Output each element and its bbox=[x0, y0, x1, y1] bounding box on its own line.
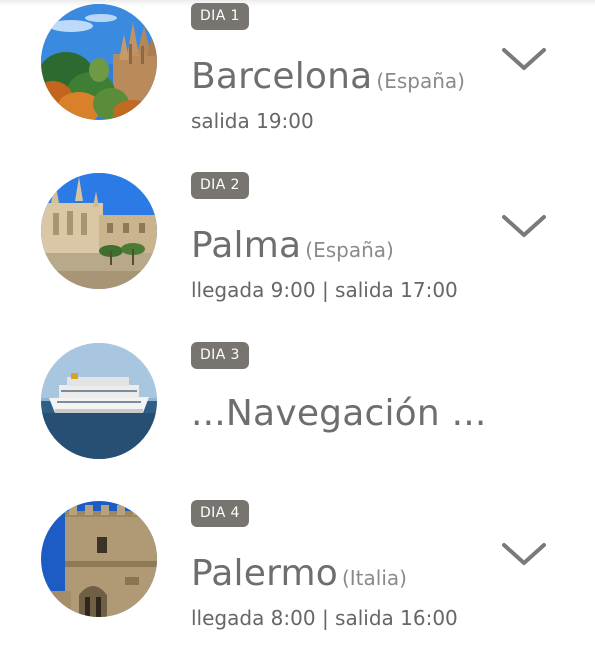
day-badge: DIA 4 bbox=[191, 500, 249, 527]
itinerary-day-4[interactable]: DIA 4 Palermo (Italia) llegada 8:00 | sal… bbox=[0, 500, 595, 661]
destination-name: Barcelona (España) bbox=[191, 53, 465, 107]
day-badge: DIA 1 bbox=[191, 3, 249, 30]
city-name: Palermo bbox=[191, 553, 338, 594]
chevron-down-icon[interactable] bbox=[500, 539, 548, 569]
chevron-down-icon[interactable] bbox=[500, 44, 548, 74]
port-times: salida 19:00 bbox=[191, 109, 314, 133]
day-badge: DIA 2 bbox=[191, 172, 249, 199]
city-name: Palma bbox=[191, 225, 302, 266]
itinerary-day-1[interactable]: DIA 1 Barcelona (España) salida 19:00 bbox=[0, 3, 595, 164]
barcelona-photo bbox=[41, 4, 157, 120]
itinerary-day-2[interactable]: DIA 2 Palma (España) llegada 9:00 | salid… bbox=[0, 172, 595, 333]
city-name: Barcelona bbox=[191, 56, 373, 97]
port-times: llegada 9:00 | salida 17:00 bbox=[191, 278, 458, 302]
destination-name: Palma (España) bbox=[191, 222, 394, 276]
palma-photo bbox=[41, 173, 157, 289]
country-name: (Italia) bbox=[341, 566, 407, 590]
day-badge: DIA 3 bbox=[191, 342, 249, 369]
sea-day-label: ...Navegación ... bbox=[191, 393, 487, 434]
port-times: llegada 8:00 | salida 16:00 bbox=[191, 606, 458, 630]
itinerary-list: DIA 1 Barcelona (España) salida 19:00 DI… bbox=[0, 0, 595, 650]
itinerary-day-3[interactable]: DIA 3 ...Navegación ... bbox=[0, 342, 595, 503]
chevron-down-icon[interactable] bbox=[500, 211, 548, 241]
country-name: (España) bbox=[376, 69, 465, 93]
destination-name: Palermo (Italia) bbox=[191, 550, 407, 604]
cruise-ship-photo bbox=[41, 343, 157, 459]
palermo-photo bbox=[41, 501, 157, 617]
country-name: (España) bbox=[305, 238, 394, 262]
destination-name: ...Navegación ... bbox=[191, 390, 487, 444]
